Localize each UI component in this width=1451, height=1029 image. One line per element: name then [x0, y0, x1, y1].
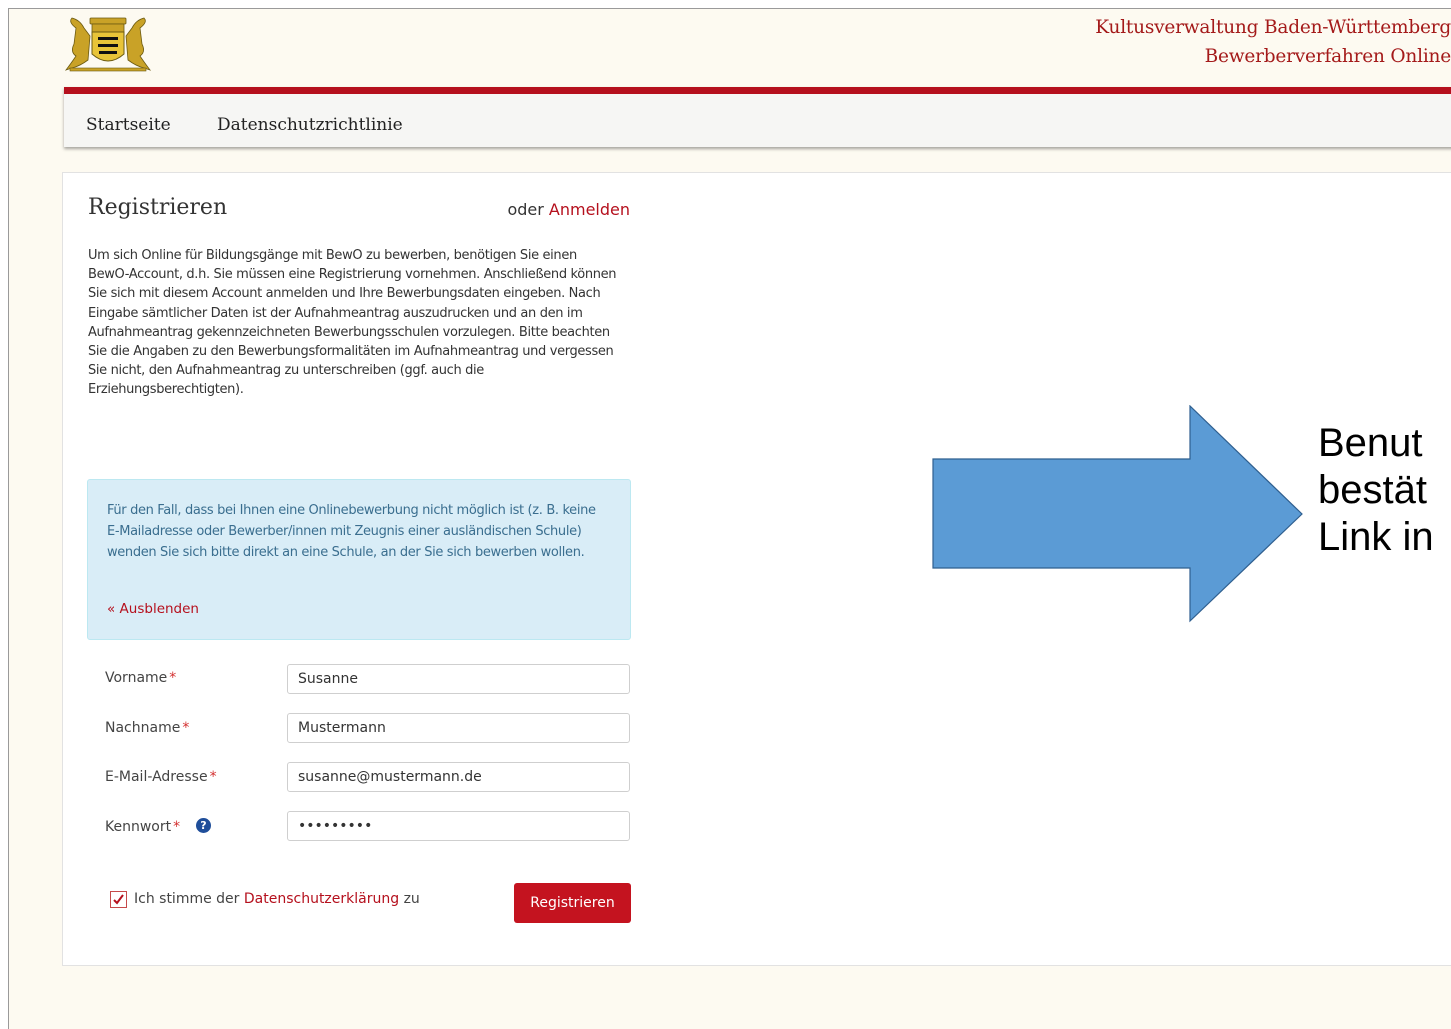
hide-info-link[interactable]: « Ausblenden: [107, 601, 199, 617]
login-link[interactable]: Anmelden: [549, 200, 630, 219]
page-title: Registrieren: [88, 195, 228, 220]
overlay-text: Benut bestät Link in: [1318, 420, 1451, 561]
overlay-line: bestät: [1318, 468, 1427, 512]
consent-prefix: Ich stimme der: [134, 891, 244, 907]
email-label: E-Mail-Adresse *: [105, 769, 217, 785]
email-label-text: E-Mail-Adresse: [105, 769, 208, 785]
checkmark-icon: [113, 894, 124, 905]
overlay-line: Benut: [1318, 421, 1423, 465]
consent-suffix: zu: [399, 891, 420, 907]
lastname-label: Nachname *: [105, 720, 189, 736]
register-button[interactable]: Registrieren: [514, 883, 631, 923]
or-login: oder Anmelden: [480, 200, 630, 219]
password-label-text: Kennwort: [105, 819, 172, 835]
nav-item-startseite[interactable]: Startseite: [86, 115, 171, 135]
arrow-right-icon: [932, 405, 1303, 623]
info-alert: Für den Fall, dass bei Ihnen eine Online…: [87, 479, 631, 640]
overlay-line: Link in: [1318, 515, 1434, 559]
password-input[interactable]: [287, 811, 630, 841]
required-mark: *: [182, 720, 190, 736]
required-mark: *: [209, 769, 217, 785]
org-subtitle: Bewerberverfahren Online: [1204, 46, 1451, 67]
email-input[interactable]: [287, 762, 630, 792]
privacy-policy-link[interactable]: Datenschutzerklärung: [244, 891, 399, 907]
password-label: Kennwort *: [105, 819, 180, 835]
consent-checkbox[interactable]: [110, 891, 127, 908]
lastname-label-text: Nachname: [105, 720, 181, 736]
info-text: Für den Fall, dass bei Ihnen eine Online…: [107, 503, 596, 560]
or-text: oder: [507, 200, 549, 219]
help-icon[interactable]: ?: [196, 818, 211, 833]
consent-text: Ich stimme der Datenschutzerklärung zu: [134, 891, 420, 907]
firstname-input[interactable]: [287, 664, 630, 694]
org-title: Kultusverwaltung Baden-Württemberg: [1095, 17, 1451, 38]
firstname-label: Vorname *: [105, 670, 176, 686]
required-mark: *: [173, 819, 181, 835]
required-mark: *: [169, 670, 177, 686]
main-navbar: Startseite Datenschutzrichtlinie: [64, 87, 1451, 147]
coat-of-arms-icon: [64, 17, 152, 72]
lastname-input[interactable]: [287, 713, 630, 743]
intro-text: Um sich Online für Bildungsgänge mit Bew…: [88, 248, 617, 398]
firstname-label-text: Vorname: [105, 670, 168, 686]
nav-item-datenschutzrichtlinie[interactable]: Datenschutzrichtlinie: [217, 115, 403, 135]
